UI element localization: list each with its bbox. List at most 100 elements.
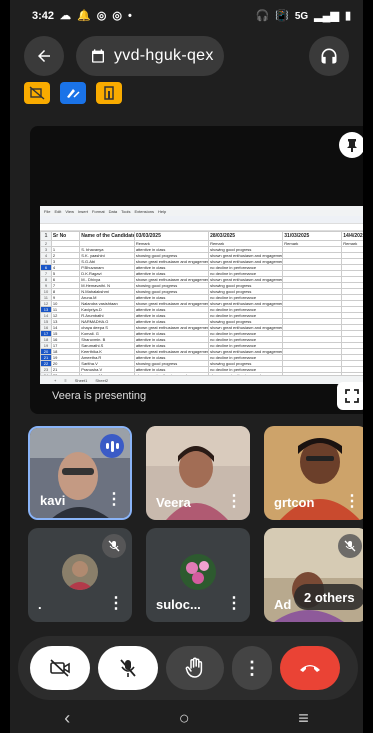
status-bar: 3:42 ☁ 🔔 ◎ ◎ • 🎧 📳 5G ▂▄▆ ▮ [10, 0, 363, 32]
more-options-button[interactable]: ⋮ [232, 646, 272, 690]
sheet-cell: 28/03/2025 [208, 231, 284, 241]
more-options-icon[interactable]: ⋮ [226, 596, 242, 612]
sheet-cell: shown great enthusiasm and engagement [208, 300, 284, 307]
participant-name: Veera [156, 495, 191, 510]
instagram-icon: ◎ [96, 9, 107, 22]
mic-toggle-button[interactable] [98, 646, 158, 690]
participant-name: grtcon [274, 495, 315, 510]
sheet-menu-item: File [44, 208, 51, 214]
sheet-toolbar [40, 216, 363, 224]
call-controls: ⋮ [18, 636, 358, 700]
more-options-icon[interactable]: ⋮ [226, 494, 242, 510]
sheet-menu-item: Help [158, 208, 167, 214]
participant-avatar [180, 554, 216, 590]
presenter-label: Veera is presenting [52, 390, 147, 402]
cloud-icon: ☁ [60, 9, 72, 22]
participant-tile-dot[interactable]: . ⋮ [28, 528, 132, 622]
nav-home-icon[interactable]: ○ [179, 708, 190, 729]
end-call-button[interactable] [280, 646, 340, 690]
mic-off-icon [120, 659, 136, 677]
participant-tile-kavi[interactable]: kavi ⋮ [28, 426, 132, 520]
more-options-icon[interactable]: ⋮ [344, 494, 360, 510]
sheet-row: 1 Sr No Name of the Candidate 03/03/2025 28/… [40, 231, 363, 241]
fullscreen-icon [345, 389, 359, 403]
participant-name: suloc... [156, 597, 201, 612]
sheet-table: 1 Sr No Name of the Candidate 03/03/2025 28/… [40, 231, 363, 384]
sheet-cell: shown great enthusiasm and engagement [133, 276, 210, 283]
nav-recents-icon[interactable]: ≡ [298, 708, 309, 729]
participant-name: kavi [40, 493, 66, 508]
pin-button[interactable] [339, 132, 363, 158]
fullscreen-button[interactable] [337, 382, 363, 410]
hand-icon [185, 657, 203, 678]
sheet-cell: Name of the Candidate [79, 231, 135, 241]
sheet-tabs: + ≡ Sheet1 Sheet2 [40, 375, 363, 384]
sheet-cell: 14/4/2025 [341, 231, 363, 241]
sheet-cell: shown great enthusiasm and engagement [208, 348, 284, 355]
sheet-cell: shown great enthusiasm and engagement [133, 258, 210, 265]
sheet-cell: shown great enthusiasm and engagement [133, 348, 210, 355]
headset-status-icon: 🎧 [255, 9, 270, 22]
sheet-menu-item: Extensions [134, 208, 155, 214]
system-nav-bar: ‹ ○ ≡ [10, 704, 363, 733]
sheet-cell: Sr No [50, 231, 81, 241]
back-button[interactable] [24, 36, 64, 76]
sheet-menu-bar: File Edit View Insert Format Data Tools Extensi… [40, 206, 363, 216]
arrow-left-icon [38, 50, 50, 62]
sheet-cell: shown great enthusiasm and engagement [208, 258, 284, 265]
sheet-cell: shown great enthusiasm and engagement [133, 300, 210, 307]
sheet-menu-item: Data [108, 208, 118, 214]
sheet-cell: shown great enthusiasm and engagement [208, 276, 284, 283]
sheet-menu-item: Edit [54, 208, 62, 214]
sheet-cell: shown great enthusiasm and engagement [133, 324, 210, 331]
participant-name: Ad [274, 597, 292, 612]
signal-icon: ▂▄▆ [314, 9, 339, 22]
dot-icon: • [127, 9, 132, 22]
meeting-top-bar: yvd-hguk-qex [10, 34, 363, 78]
sheet-menu-item: View [65, 208, 74, 214]
more-options-icon[interactable]: ⋮ [106, 492, 122, 508]
participant-tile-grtcon[interactable]: grtcon ⋮ [264, 426, 363, 520]
sheet-cell: shown great enthusiasm and engagement [208, 324, 284, 331]
end-call-icon [300, 665, 320, 672]
raise-hand-button[interactable] [166, 646, 224, 690]
notification-bell-icon: 🔔 [77, 9, 91, 22]
mic-muted-icon [338, 534, 362, 558]
sheet-menu-item: Insert [77, 208, 88, 214]
headphones-icon [321, 48, 337, 64]
more-vertical-icon: ⋮ [243, 657, 261, 678]
participant-avatar [62, 554, 98, 590]
sheet-cell: shown great enthusiasm and engagement [208, 252, 284, 259]
sheet-cell: 03/03/2025 [133, 231, 210, 241]
instagram-icon-2: ◎ [112, 9, 122, 22]
others-count-badge[interactable]: 2 others [294, 584, 363, 610]
participant-tile-others[interactable]: Ad 2 others [264, 528, 363, 622]
presentation-area[interactable]: File Edit View Insert Format Data Tools Extensi… [30, 126, 363, 414]
sheet-menu-item: Format [91, 208, 105, 214]
sheet-formula-bar [40, 224, 363, 231]
whiteboard-activity-icon[interactable] [60, 82, 86, 104]
pin-icon [347, 139, 357, 152]
sheet-cell: 31/03/2025 [282, 231, 343, 241]
sheet-row-number: 1 [40, 231, 52, 241]
calendar-icon [92, 49, 104, 63]
vibrate-icon: 📳 [275, 9, 289, 22]
camera-toggle-button[interactable] [30, 646, 90, 690]
door-activity-icon[interactable] [96, 82, 122, 104]
network-type: 5G [294, 10, 309, 22]
meet-screen: 3:42 ☁ 🔔 ◎ ◎ • 🎧 📳 5G ▂▄▆ ▮ yvd-hguk-qex [10, 0, 363, 733]
more-options-icon[interactable]: ⋮ [108, 596, 124, 612]
audio-output-button[interactable] [309, 36, 349, 76]
nav-back-icon[interactable]: ‹ [64, 708, 70, 729]
no-camera-activity-icon[interactable] [24, 82, 50, 104]
participant-tile-veera[interactable]: Veera ⋮ [146, 426, 250, 520]
activity-icons [24, 82, 122, 104]
meeting-code: yvd-hguk-qex [114, 47, 214, 64]
speaking-indicator-icon [100, 434, 124, 458]
shared-spreadsheet: File Edit View Insert Format Data Tools Extensi… [40, 206, 363, 384]
sheet-menu-item: Tools [121, 208, 131, 214]
meeting-info-button[interactable]: yvd-hguk-qex [76, 36, 224, 76]
participant-tile-suloc[interactable]: suloc... ⋮ [146, 528, 250, 622]
mic-muted-icon [102, 534, 126, 558]
participant-name: . [38, 597, 42, 612]
